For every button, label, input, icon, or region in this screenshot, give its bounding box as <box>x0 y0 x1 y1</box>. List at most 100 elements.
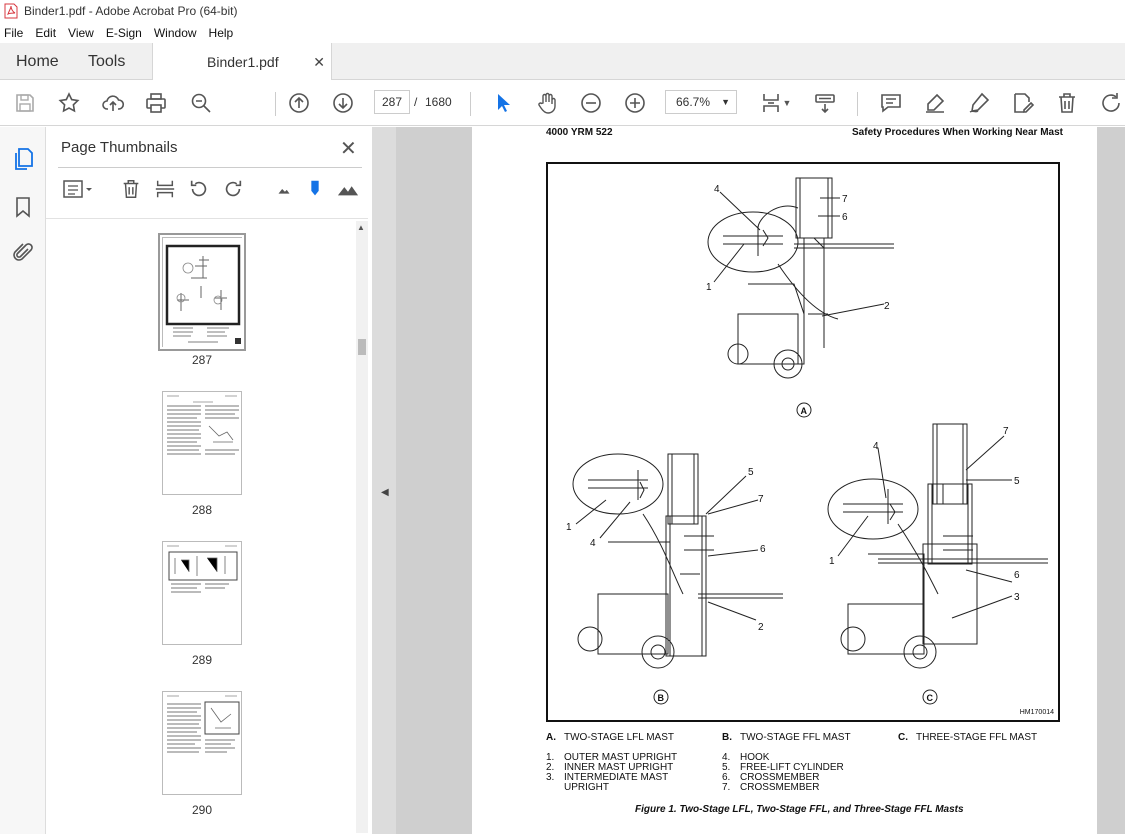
tab-home[interactable]: Home <box>16 43 59 80</box>
page-thumbnails-icon[interactable] <box>11 147 35 171</box>
zoom-select[interactable]: 66.7% ▼ <box>665 90 737 114</box>
zoom-out-icon[interactable] <box>578 90 604 116</box>
select-cursor-icon[interactable] <box>490 90 516 116</box>
delete-pages-icon[interactable] <box>119 177 143 201</box>
bookmark-star-icon[interactable] <box>56 90 82 116</box>
legend-view-a-key: A. <box>546 732 556 743</box>
thumbnail-288-preview <box>167 395 239 455</box>
window-title: Binder1.pdf - Adobe Acrobat Pro (64-bit) <box>24 4 238 18</box>
callout-a-6: 6 <box>842 212 848 223</box>
tab-document[interactable]: Binder1.pdf ✕ <box>152 43 332 81</box>
menu-file[interactable]: File <box>4 26 23 40</box>
thumbnail-page-287[interactable] <box>158 233 246 351</box>
page-total: 1680 <box>425 95 452 109</box>
hand-tool-icon[interactable] <box>534 90 560 116</box>
panel-collapse-strip[interactable]: ◀ <box>372 127 396 834</box>
legend-view-c-key: C. <box>898 732 908 743</box>
tab-tools[interactable]: Tools <box>88 43 125 80</box>
view-label-a: A <box>801 406 808 416</box>
thumbnail-label-288: 288 <box>191 503 213 517</box>
edit-pdf-icon[interactable] <box>1010 90 1036 116</box>
legend-item: UPRIGHT <box>546 783 609 793</box>
figure-frame: 4 7 6 1 2 5 7 1 4 6 2 4 7 5 1 6 3 A B C … <box>546 162 1060 722</box>
rotate-icon[interactable] <box>1098 90 1124 116</box>
panel-divider <box>58 167 362 168</box>
scroll-up-icon[interactable]: ▲ <box>357 223 365 232</box>
callout-b-5: 5 <box>748 467 754 478</box>
pdf-page: 4000 YRM 522 Safety Procedures When Work… <box>472 127 1097 834</box>
acrobat-app-icon <box>4 3 18 19</box>
bookmarks-icon[interactable] <box>11 195 35 219</box>
callout-a-7: 7 <box>842 194 848 205</box>
left-navigation-rail <box>0 127 46 834</box>
thumbnail-290-preview <box>167 695 240 753</box>
thumbnail-page-290[interactable] <box>162 691 242 795</box>
thumbnail-label-289: 289 <box>191 653 213 667</box>
callout-b-1: 1 <box>566 522 572 533</box>
delete-trash-icon[interactable] <box>1054 90 1080 116</box>
thumbnail-page-289[interactable] <box>162 541 242 645</box>
menu-edit[interactable]: Edit <box>35 26 56 40</box>
toolbar-divider <box>857 92 858 116</box>
thumbnail-label-290: 290 <box>191 803 213 817</box>
chevron-down-icon: ▼ <box>721 97 730 107</box>
title-bar: Binder1.pdf - Adobe Acrobat Pro (64-bit) <box>0 0 1125 22</box>
thumbnail-large-icon[interactable] <box>336 177 360 201</box>
thumbnail-options-icon[interactable] <box>60 177 96 201</box>
scrollbar-thumb[interactable] <box>358 339 366 355</box>
rotate-clockwise-icon[interactable] <box>221 177 245 201</box>
collapse-left-icon[interactable]: ◀ <box>381 487 389 498</box>
save-icon[interactable] <box>12 90 38 116</box>
menu-help[interactable]: Help <box>209 26 234 40</box>
fit-page-dropdown-icon[interactable]: ▼ <box>781 90 793 116</box>
thumbnail-small-icon[interactable] <box>272 177 296 201</box>
thumbnail-scrollbar[interactable]: ▲ <box>356 221 368 833</box>
legend-view-c: C. THREE-STAGE FFL MAST <box>898 733 1037 743</box>
menu-view[interactable]: View <box>68 26 94 40</box>
legend-view-a-text: TWO-STAGE LFL MAST <box>564 732 675 743</box>
menu-esign[interactable]: E-Sign <box>106 26 142 40</box>
thumbnail-label-287: 287 <box>191 353 213 367</box>
rotate-counterclockwise-icon[interactable] <box>187 177 211 201</box>
zoom-value: 66.7% <box>676 95 711 109</box>
legend-view-b: B. TWO-STAGE FFL MAST <box>722 733 851 743</box>
close-panel-icon[interactable]: ✕ <box>340 136 357 161</box>
callout-b-7: 7 <box>758 494 764 505</box>
page-separator: / <box>414 95 418 109</box>
thumbnail-size-slider[interactable] <box>303 177 327 201</box>
draw-sign-icon[interactable] <box>966 90 992 116</box>
panel-title: Page Thumbnails <box>61 139 178 156</box>
print-icon[interactable] <box>143 90 169 116</box>
upload-cloud-icon[interactable] <box>100 90 126 116</box>
zoom-search-icon[interactable] <box>188 90 214 116</box>
callout-b-2: 2 <box>758 622 764 633</box>
legend-view-a: A. TWO-STAGE LFL MAST <box>546 733 674 743</box>
highlight-pen-icon[interactable] <box>922 90 948 116</box>
previous-page-icon[interactable] <box>286 90 312 116</box>
tab-bar: Home Tools Binder1.pdf ✕ <box>0 43 1125 81</box>
callout-c-7: 7 <box>1003 426 1009 437</box>
page-number-input[interactable]: 287 <box>374 90 410 114</box>
next-page-icon[interactable] <box>330 90 356 116</box>
view-label-b: B <box>658 693 665 703</box>
thumbnail-list[interactable]: 287 288 289 290 <box>46 218 368 834</box>
menu-window[interactable]: Window <box>154 26 197 40</box>
callout-a-1: 1 <box>706 282 712 293</box>
thumbnail-page-288[interactable] <box>162 391 242 495</box>
main-toolbar: ▼ <box>0 80 1125 126</box>
page-header-left: 4000 YRM 522 <box>546 127 613 138</box>
thumbnail-289-preview <box>167 545 238 593</box>
legend-item-key: 7. <box>722 782 731 793</box>
callout-a-2: 2 <box>884 301 890 312</box>
extract-pages-icon[interactable] <box>153 177 177 201</box>
zoom-in-icon[interactable] <box>622 90 648 116</box>
callout-b-6: 6 <box>760 544 766 555</box>
legend-view-c-text: THREE-STAGE FFL MAST <box>916 732 1038 743</box>
attachments-icon[interactable] <box>11 241 35 265</box>
comment-icon[interactable] <box>878 90 904 116</box>
legend-item-text: CROSSMEMBER <box>740 782 820 793</box>
close-tab-icon[interactable]: ✕ <box>313 54 325 71</box>
document-view[interactable]: 4000 YRM 522 Safety Procedures When Work… <box>396 127 1125 834</box>
callout-c-5: 5 <box>1014 476 1020 487</box>
keyboard-scroll-icon[interactable] <box>812 90 838 116</box>
